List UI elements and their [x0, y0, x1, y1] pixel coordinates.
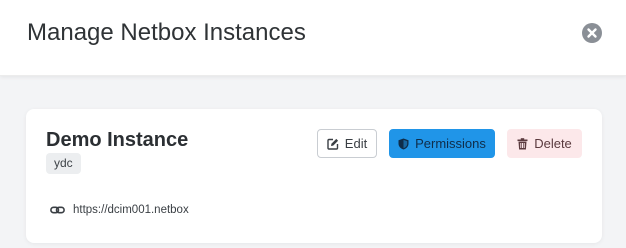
link-icon: [50, 206, 65, 214]
trash-icon: [517, 137, 528, 149]
instance-url-row: https://dcim001.netbox: [50, 204, 189, 216]
permissions-button[interactable]: Permissions: [389, 129, 495, 158]
page-title: Manage Netbox Instances: [27, 19, 306, 46]
close-button[interactable]: [582, 23, 602, 43]
modal-header: Manage Netbox Instances: [0, 0, 626, 76]
edit-icon: [327, 138, 338, 150]
shield-icon: [398, 138, 409, 149]
edit-button[interactable]: Edit: [317, 129, 377, 158]
edit-button-label: Edit: [344, 136, 368, 151]
delete-button[interactable]: Delete: [507, 129, 582, 158]
instance-card: Demo Instance ydc Edit Permissions Delet…: [26, 109, 602, 243]
instance-url[interactable]: https://dcim001.netbox: [73, 204, 189, 216]
close-icon: [587, 28, 597, 38]
instance-tag: ydc: [46, 153, 81, 174]
instance-name: Demo Instance: [46, 129, 189, 151]
delete-button-label: Delete: [534, 136, 572, 151]
permissions-button-label: Permissions: [415, 136, 486, 151]
